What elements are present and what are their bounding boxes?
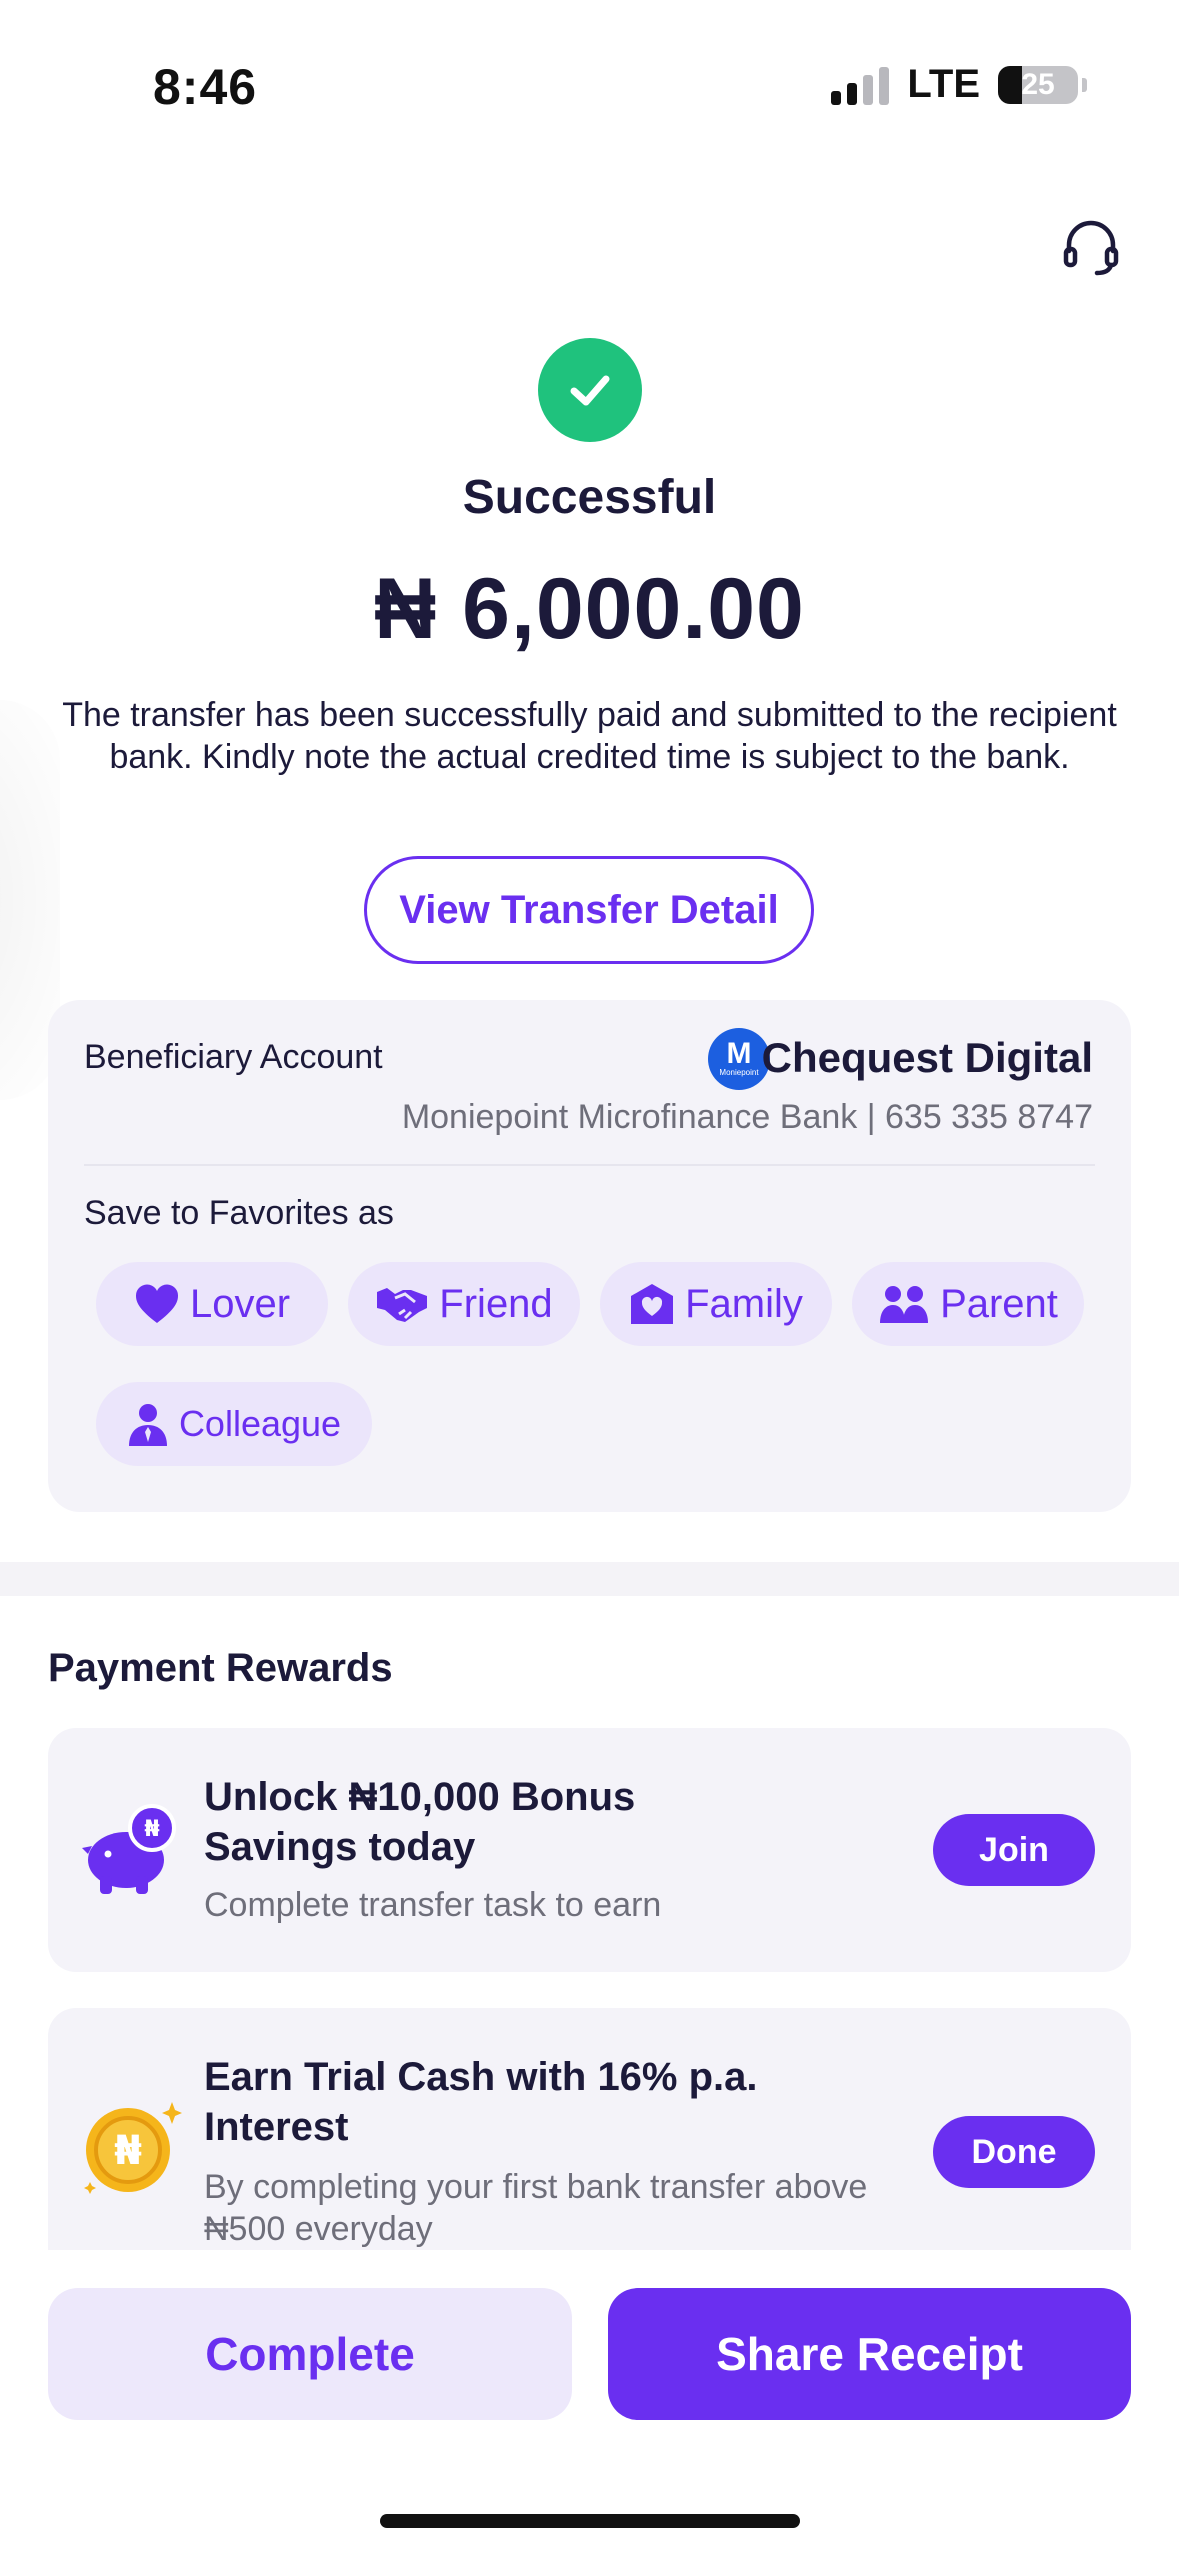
piggy-bank-icon: ₦ [82,1804,176,1894]
svg-text:₦: ₦ [144,1817,159,1842]
section-separator [0,1562,1179,1596]
reward-title: Earn Trial Cash with 16% p.a. Interest [204,2055,758,2149]
beneficiary-label: Beneficiary Account [84,1038,383,1076]
chip-label: Parent [940,1281,1058,1326]
chip-label: Lover [189,1281,291,1326]
favorite-chip-friend[interactable]: Friend [348,1262,580,1346]
status-indicators: LTE 25 [831,62,1087,107]
heart-icon [135,1284,178,1323]
reward-card-bonus-savings[interactable]: ₦ Unlock ₦10,000 Bonus Savings today Com… [48,1728,1131,1972]
rewards-title: Payment Rewards [48,1646,393,1690]
handshake-icon [377,1288,428,1322]
reward-subtitle: Complete transfer task to earn [204,1886,662,1924]
transfer-success-screen: 8:46 LTE 25 Successful ₦ 6,000.00 The tr… [0,0,1179,2556]
favorite-chip-parent[interactable]: Parent [852,1262,1084,1346]
status-time: 8:46 [153,59,258,115]
beneficiary-bank-details: Moniepoint Microfinance Bank | 635 335 8… [401,1098,1093,1136]
network-type: LTE [907,62,980,106]
home-heart-icon [631,1284,674,1324]
divider [84,1164,1095,1166]
signal-icon [831,65,890,105]
reward-card-trial-cash[interactable]: ₦ Earn Trial Cash with 16% p.a. Interest… [48,2008,1131,2250]
chip-label: Colleague [178,1403,342,1444]
transfer-message: The transfer has been successfully paid … [62,696,1117,776]
chip-label: Friend [439,1281,553,1326]
headset-icon[interactable] [1059,215,1123,279]
reward-subtitle: By completing your first bank transfer a… [204,2168,868,2248]
join-button[interactable]: Join [933,1814,1095,1886]
person-tie-icon [128,1404,167,1446]
bottom-action-bar: Complete Share Receipt [0,2250,1179,2556]
beneficiary-name: Chequest Digital [761,1034,1093,1081]
battery-level: 25 [1021,67,1055,101]
bank-logo-letter: M [726,1037,752,1070]
coin-symbol: ₦ [114,2128,142,2174]
status-title: Successful [462,471,717,524]
share-receipt-button[interactable]: Share Receipt [608,2288,1131,2420]
view-transfer-detail-button[interactable]: View Transfer Detail [364,856,814,964]
success-check-icon [538,338,642,442]
home-indicator[interactable] [380,2514,800,2528]
parents-icon [880,1286,929,1323]
battery-tip [1082,77,1087,92]
complete-button[interactable]: Complete [48,2288,572,2420]
reward-title: Unlock ₦10,000 Bonus Savings today [204,1775,636,1869]
transfer-amount: ₦ 6,000.00 [374,561,805,657]
favorite-chip-family[interactable]: Family [600,1262,832,1346]
done-button[interactable]: Done [933,2116,1095,2188]
bank-logo-text: Moniepoint [719,1068,759,1077]
favorite-chip-lover[interactable]: Lover [96,1262,328,1346]
favorite-chip-colleague[interactable]: Colleague [96,1382,372,1466]
favorites-label: Save to Favorites as [84,1194,394,1232]
beneficiary-card: Beneficiary Account M Moniepoint Cheques… [48,1000,1131,1512]
battery-icon: 25 [998,65,1078,104]
naira-coin-icon: ₦ [84,2102,182,2194]
chip-label: Family [685,1281,803,1326]
